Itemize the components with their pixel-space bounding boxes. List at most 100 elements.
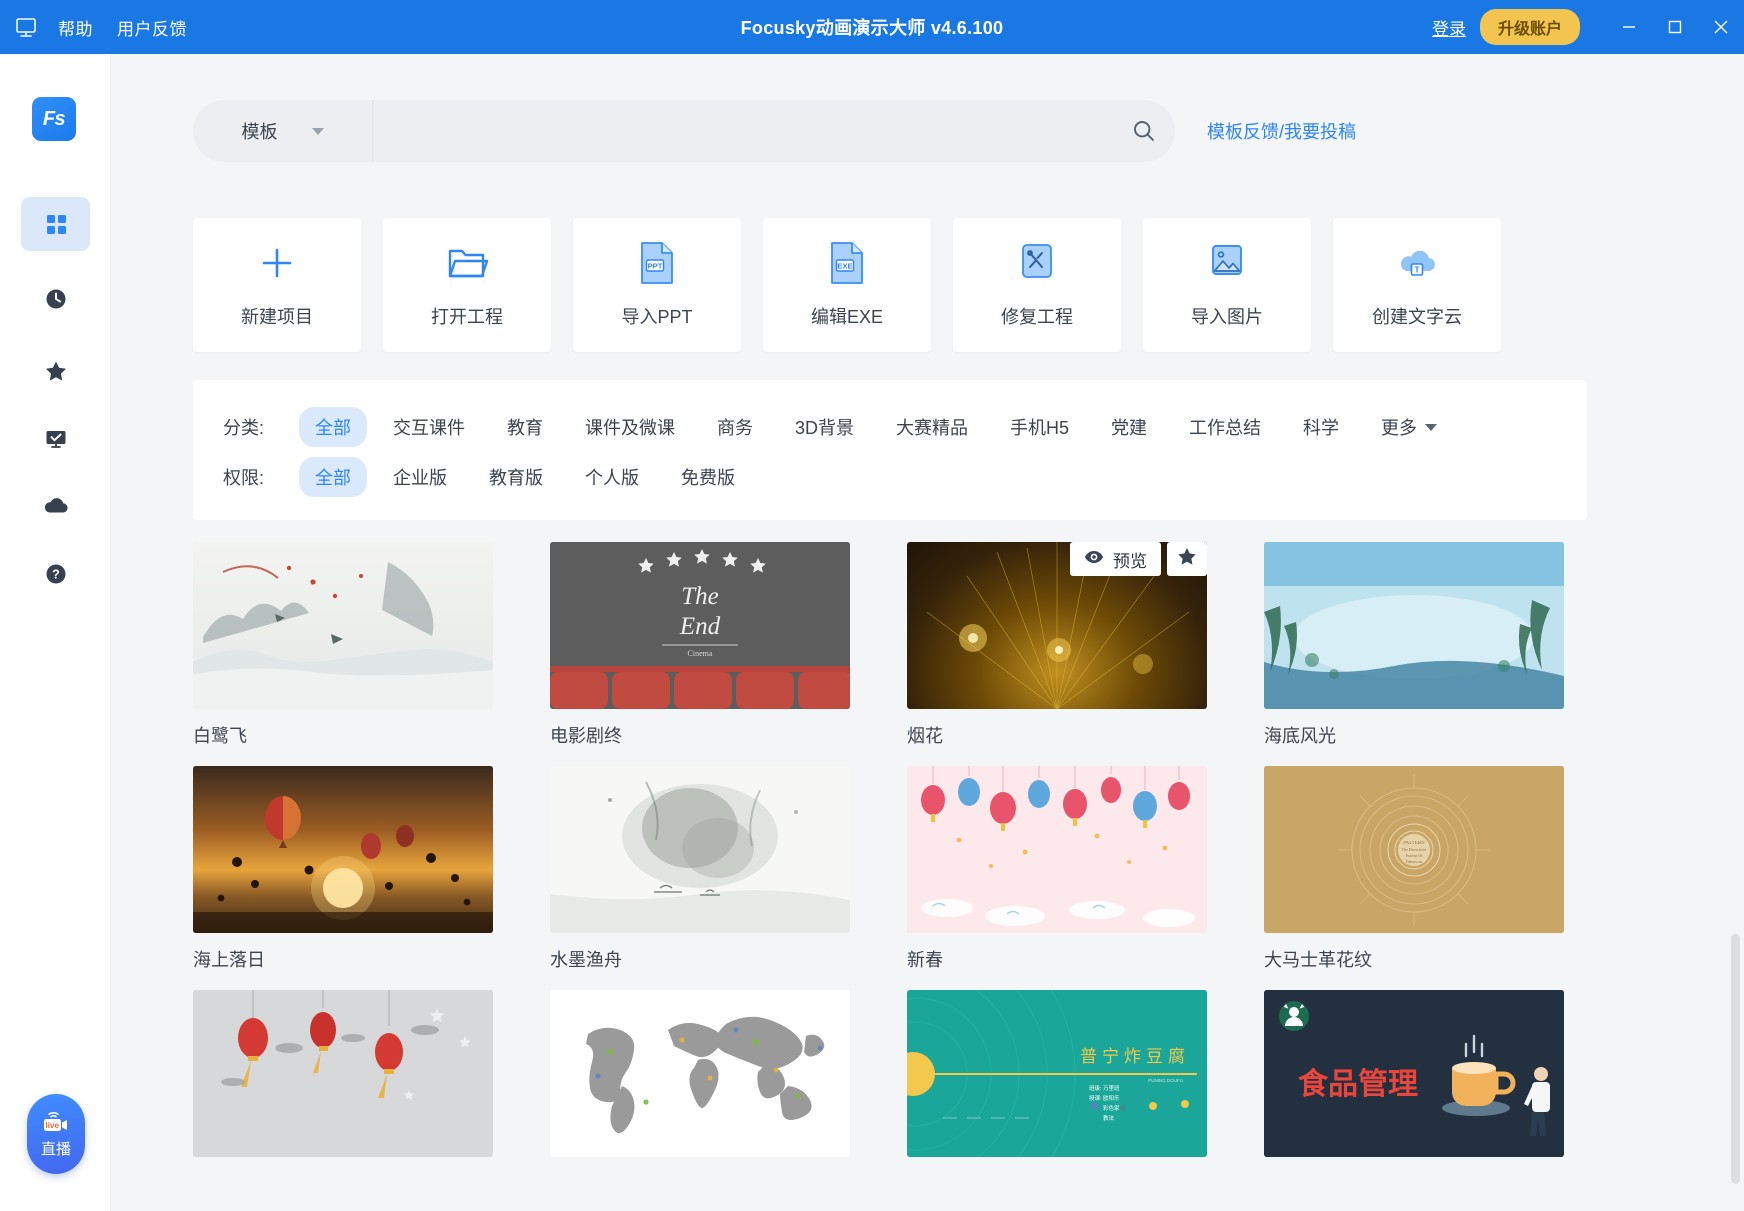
filter-row-permission: 权限: 全部 企业版 教育版 个人版 免费版	[193, 452, 1587, 502]
template-thumbnail[interactable]	[193, 542, 493, 709]
template-thumbnail[interactable]: PATTERN The Decorative Pattern Of Damasc…	[1264, 766, 1564, 933]
template-card[interactable]: 普宁炸豆腐 PUNING DOUFU 班级: 万里班 授课: 欧阳乐 彩色家 教…	[907, 990, 1252, 1170]
filter-chip-category-9[interactable]: 工作总结	[1173, 407, 1277, 447]
title-bar-right: 登录 升级账户	[1432, 0, 1744, 54]
eye-icon	[1084, 549, 1104, 569]
sidebar-item-help[interactable]: ?	[21, 547, 90, 601]
ppt-file-icon: PPT	[638, 241, 676, 285]
sidebar-item-templates[interactable]	[21, 197, 90, 251]
filter-chip-category-1[interactable]: 交互课件	[377, 407, 481, 447]
template-name: 水墨渔舟	[550, 950, 622, 970]
filter-chip-permission-1[interactable]: 企业版	[377, 457, 463, 497]
title-bar: 帮助 用户反馈 Focusky动画演示大师 v4.6.100 登录 升级账户	[0, 0, 1744, 54]
template-thumbnail[interactable]: 食品管理	[1264, 990, 1564, 1157]
template-name: 大马士革花纹	[1264, 950, 1372, 970]
filter-chip-category-5[interactable]: 3D背景	[779, 407, 870, 447]
action-label: 新建项目	[241, 307, 313, 327]
template-thumbnail[interactable]: The End Cinema	[550, 542, 850, 709]
action-label: 导入图片	[1191, 307, 1263, 327]
folder-open-icon	[445, 241, 489, 285]
template-card[interactable]: 水墨渔舟	[550, 766, 895, 972]
close-button[interactable]	[1698, 0, 1744, 54]
search-input[interactable]	[373, 101, 1113, 161]
template-card[interactable]: 新春	[907, 766, 1252, 972]
template-name: 白鹭飞	[193, 726, 247, 746]
preview-button[interactable]: 预览	[1070, 542, 1161, 576]
filter-chip-category-4[interactable]: 商务	[701, 407, 769, 447]
upgrade-account-button[interactable]: 升级账户	[1479, 9, 1580, 45]
template-card[interactable]: 白鹭飞	[193, 542, 538, 748]
maximize-button[interactable]	[1652, 0, 1698, 54]
thumbnail-art-tofu: 普宁炸豆腐 PUNING DOUFU 班级: 万里班 授课: 欧阳乐 彩色家 教…	[907, 990, 1207, 1157]
template-thumbnail[interactable]	[1264, 542, 1564, 709]
svg-text:The Decorative: The Decorative	[1402, 847, 1427, 852]
favorite-button[interactable]	[1167, 542, 1207, 576]
svg-text:PATTERN: PATTERN	[1403, 841, 1425, 846]
template-thumbnail[interactable]: 普宁炸豆腐 PUNING DOUFU 班级: 万里班 授课: 欧阳乐 彩色家 教…	[907, 990, 1207, 1157]
search-category-dropdown[interactable]: 模板	[193, 100, 373, 162]
filter-more-label: 更多	[1381, 418, 1418, 438]
template-card[interactable]	[193, 990, 538, 1170]
action-new-project[interactable]: 新建项目	[193, 218, 361, 352]
template-card[interactable]	[550, 990, 895, 1170]
sidebar-item-my-projects[interactable]	[21, 412, 90, 466]
search-icon[interactable]	[1113, 100, 1175, 162]
template-thumbnail[interactable]	[550, 766, 850, 933]
scrollbar-track[interactable]	[1731, 54, 1740, 1211]
svg-text:PUNING DOUFU: PUNING DOUFU	[1148, 1078, 1183, 1083]
filter-more-button[interactable]: 更多	[1365, 407, 1453, 447]
thumbnail-art-damask: PATTERN The Decorative Pattern Of Damasc…	[1264, 766, 1564, 933]
template-thumbnail[interactable]: 预览	[907, 542, 1207, 709]
template-card[interactable]: 预览 烟花	[907, 542, 1252, 748]
menu-help[interactable]: 帮助	[54, 11, 97, 44]
action-edit-exe[interactable]: EXE 编辑EXE	[763, 218, 931, 352]
filter-label-permission: 权限:	[223, 468, 265, 488]
svg-text:Damascus: Damascus	[1406, 859, 1423, 864]
login-link[interactable]: 登录	[1432, 15, 1466, 40]
template-feedback-link[interactable]: 模板反馈/我要投稿	[1207, 118, 1356, 144]
scrollbar-thumb[interactable]	[1731, 934, 1740, 1184]
monitor-check-icon	[43, 426, 69, 452]
filter-chip-permission-3[interactable]: 个人版	[569, 457, 655, 497]
filter-chip-permission-2[interactable]: 教育版	[473, 457, 559, 497]
thumbnail-art-food-management: 食品管理	[1264, 990, 1564, 1157]
svg-text:Pattern Of: Pattern Of	[1406, 853, 1423, 858]
template-thumbnail[interactable]	[193, 766, 493, 933]
filter-chip-category-all[interactable]: 全部	[299, 407, 367, 447]
filter-chip-category-6[interactable]: 大赛精品	[880, 407, 984, 447]
filter-chip-category-8[interactable]: 党建	[1095, 407, 1163, 447]
template-thumbnail[interactable]	[193, 990, 493, 1157]
template-card[interactable]: The End Cinema 电影剧终	[550, 542, 895, 748]
svg-text:The: The	[681, 583, 719, 610]
template-thumbnail[interactable]	[907, 766, 1207, 933]
action-create-word-cloud[interactable]: T 创建文字云	[1333, 218, 1501, 352]
filter-chip-category-3[interactable]: 课件及微课	[569, 407, 691, 447]
sidebar-item-favorites[interactable]	[21, 344, 90, 398]
action-import-image[interactable]: 导入图片	[1143, 218, 1311, 352]
template-card[interactable]: PATTERN The Decorative Pattern Of Damasc…	[1264, 766, 1609, 972]
template-card[interactable]: 食品管理	[1264, 990, 1609, 1170]
thumbnail-art-spring-festival	[907, 766, 1207, 933]
action-label: 导入PPT	[621, 307, 693, 327]
filter-chip-permission-all[interactable]: 全部	[299, 457, 367, 497]
minimize-button[interactable]	[1606, 0, 1652, 54]
sidebar-item-recent[interactable]	[21, 272, 90, 326]
thumbnail-art-undersea	[1264, 542, 1564, 709]
filter-chip-category-7[interactable]: 手机H5	[994, 407, 1085, 447]
template-thumbnail[interactable]	[550, 990, 850, 1157]
action-label: 创建文字云	[1372, 307, 1462, 327]
svg-text:PPT: PPT	[648, 261, 663, 270]
template-card[interactable]: 海底风光	[1264, 542, 1609, 748]
action-import-ppt[interactable]: PPT 导入PPT	[573, 218, 741, 352]
live-stream-button[interactable]: live 直播	[27, 1094, 85, 1174]
sidebar-item-cloud[interactable]	[21, 479, 90, 533]
action-open-project[interactable]: 打开工程	[383, 218, 551, 352]
star-icon	[43, 358, 69, 384]
template-card[interactable]: 海上落日	[193, 766, 538, 972]
action-repair-project[interactable]: 修复工程	[953, 218, 1121, 352]
filter-chip-category-2[interactable]: 教育	[491, 407, 559, 447]
filter-chip-permission-4[interactable]: 免费版	[665, 457, 751, 497]
menu-user-feedback[interactable]: 用户反馈	[113, 11, 191, 44]
filter-chip-category-10[interactable]: 科学	[1287, 407, 1355, 447]
action-label: 编辑EXE	[810, 307, 884, 327]
